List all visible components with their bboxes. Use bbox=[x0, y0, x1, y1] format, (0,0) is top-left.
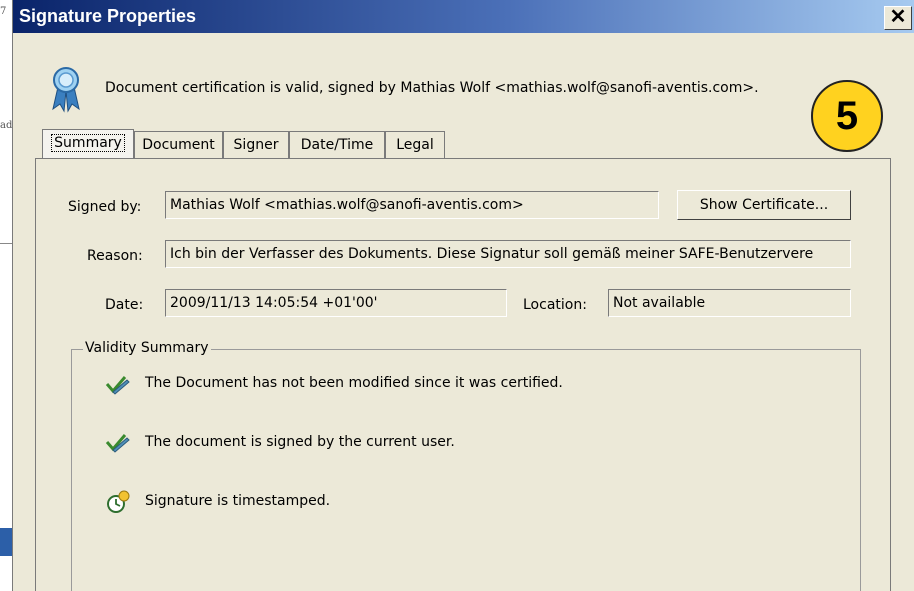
background-text-fragment: 7 bbox=[0, 6, 7, 17]
reason-field[interactable]: Ich bin der Verfasser des Dokuments. Die… bbox=[165, 240, 851, 268]
background-window-strip: 7 ad bbox=[0, 0, 12, 591]
background-blue-bar bbox=[0, 528, 12, 556]
tab-legal[interactable]: Legal bbox=[385, 131, 445, 158]
background-text-fragment: ad bbox=[0, 120, 13, 131]
date-label: Date: bbox=[105, 297, 144, 313]
certification-status-message: Document certification is valid, signed … bbox=[105, 80, 759, 96]
signed-by-label: Signed by: bbox=[68, 199, 142, 215]
validity-summary-title: Validity Summary bbox=[83, 340, 211, 356]
signature-properties-dialog: Signature Properties ✕ Document certific… bbox=[12, 0, 914, 591]
show-certificate-button[interactable]: Show Certificate... bbox=[677, 190, 851, 220]
validity-item-text: The document is signed by the current us… bbox=[145, 434, 455, 450]
step-number-badge: 5 bbox=[811, 80, 883, 152]
pen-check-icon bbox=[105, 434, 130, 453]
tab-date-time[interactable]: Date/Time bbox=[289, 131, 385, 158]
window-title: Signature Properties bbox=[19, 6, 197, 26]
tab-document[interactable]: Document bbox=[134, 131, 223, 158]
date-field[interactable]: 2009/11/13 14:05:54 +01'00' bbox=[165, 289, 507, 317]
signed-by-field[interactable]: Mathias Wolf <mathias.wolf@sanofi-aventi… bbox=[165, 191, 659, 219]
reason-label: Reason: bbox=[87, 248, 143, 264]
close-button[interactable]: ✕ bbox=[884, 6, 912, 30]
clock-timestamp-icon bbox=[107, 490, 130, 513]
pen-check-icon bbox=[105, 376, 130, 395]
tab-summary[interactable]: Summary bbox=[42, 129, 134, 159]
background-divider bbox=[0, 243, 12, 244]
close-icon: ✕ bbox=[889, 6, 907, 28]
validity-item-text: The Document has not been modified since… bbox=[145, 375, 563, 391]
location-field[interactable]: Not available bbox=[608, 289, 851, 317]
tab-signer[interactable]: Signer bbox=[223, 131, 289, 158]
ribbon-seal-icon bbox=[52, 67, 80, 113]
location-label: Location: bbox=[523, 297, 587, 313]
validity-item-text: Signature is timestamped. bbox=[145, 493, 331, 509]
title-bar[interactable]: Signature Properties ✕ bbox=[13, 0, 914, 33]
